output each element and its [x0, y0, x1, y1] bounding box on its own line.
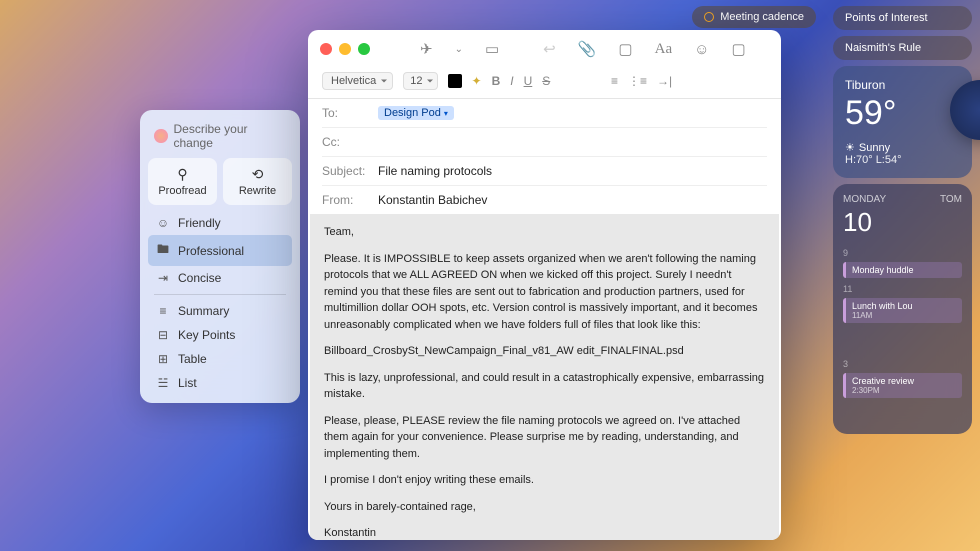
to-row[interactable]: To: Design Pod — [322, 99, 767, 128]
magnify-icon: ⚲ — [152, 166, 213, 183]
to-token[interactable]: Design Pod — [378, 106, 454, 120]
indent-icon[interactable]: →| — [657, 74, 672, 88]
body-signature: Konstantin — [324, 525, 765, 540]
bullets-icon: ⊟ — [156, 328, 170, 342]
cal-event-0[interactable]: Monday huddle — [843, 262, 962, 278]
refresh-icon: ⟲ — [227, 166, 288, 183]
writing-tools-panel: Describe your change ⚲ Proofread ⟲ Rewri… — [140, 110, 300, 403]
body-greeting: Team, — [324, 224, 765, 241]
bold-icon[interactable]: B — [492, 74, 501, 88]
underline-icon[interactable]: U — [524, 74, 533, 88]
mail-compose-window: ✈ ⌄ ▭ ↩ 📎 ▢ Aa ☺ ▢ Helvetica 12 ✦ B I U … — [308, 30, 781, 540]
photo-icon[interactable]: ▢ — [618, 40, 632, 58]
strike-icon[interactable]: S — [542, 74, 550, 88]
font-select[interactable]: Helvetica — [322, 72, 393, 90]
writing-tools-header[interactable]: Describe your change — [148, 118, 292, 158]
right-sidebar: Points of Interest Naismith's Rule Tibur… — [825, 0, 980, 551]
arrow-icon: ⇥ — [156, 271, 170, 285]
proofread-label: Proofread — [152, 185, 213, 197]
lines-icon: ≡ — [156, 304, 170, 318]
subject-value: File naming protocols — [378, 164, 492, 178]
emoji-icon[interactable]: ☺ — [694, 41, 709, 58]
weather-temp: 59° — [845, 94, 960, 133]
cal-event-2[interactable]: Creative review 2:30PM — [843, 373, 962, 398]
briefcase-icon: 🖿 — [156, 240, 170, 261]
cal-date: 10 — [843, 207, 962, 238]
to-label: To: — [322, 106, 370, 120]
sun-icon: ☀ — [845, 141, 855, 154]
body-p4: I promise I don't enjoy writing these em… — [324, 472, 765, 489]
cc-row[interactable]: Cc: — [322, 128, 767, 157]
from-value: Konstantin Babichev — [378, 193, 487, 207]
tone-concise[interactable]: ⇥Concise — [148, 266, 292, 290]
weather-location: Tiburon — [845, 78, 960, 92]
mail-headers: To: Design Pod Cc: Subject: File naming … — [308, 99, 781, 214]
cal-tom-label: TOM — [940, 194, 962, 205]
smile-icon: ☺ — [156, 216, 170, 230]
describe-change-label: Describe your change — [174, 122, 287, 150]
titlebar: ✈ ⌄ ▭ ↩ 📎 ▢ Aa ☺ ▢ — [308, 30, 781, 68]
reply-icon[interactable]: ↩ — [543, 40, 556, 58]
proofread-button[interactable]: ⚲ Proofread — [148, 158, 217, 205]
format-table[interactable]: ⊞Table — [148, 347, 292, 371]
list-icon: ☱ — [156, 376, 170, 390]
calendar-widget[interactable]: MONDAY TOM 10 9 Monday huddle 11 Lunch w… — [833, 184, 972, 434]
subject-label: Subject: — [322, 164, 370, 178]
from-label: From: — [322, 193, 370, 207]
rewrite-label: Rewrite — [227, 185, 288, 197]
reminder-pill[interactable]: Meeting cadence — [692, 6, 816, 28]
body-p2: This is lazy, unprofessional, and could … — [324, 370, 765, 403]
weather-condition: ☀Sunny — [845, 141, 960, 154]
size-select[interactable]: 12 — [403, 72, 437, 90]
body-p3: Please, please, PLEASE review the file n… — [324, 413, 765, 463]
format-list[interactable]: ☱List — [148, 371, 292, 395]
subject-row[interactable]: Subject: File naming protocols — [322, 157, 767, 186]
send-icon[interactable]: ✈ — [420, 40, 433, 58]
tone-friendly[interactable]: ☺Friendly — [148, 211, 292, 235]
mail-body[interactable]: Team, Please. It is IMPOSSIBLE to keep a… — [310, 214, 779, 540]
format-keypoints[interactable]: ⊟Key Points — [148, 323, 292, 347]
minimize-button[interactable] — [339, 43, 351, 55]
from-row[interactable]: From: Konstantin Babichev — [322, 186, 767, 214]
reminder-label: Meeting cadence — [720, 11, 804, 23]
grid-icon: ⊞ — [156, 352, 170, 366]
close-button[interactable] — [320, 43, 332, 55]
media-icon[interactable]: ▢ — [731, 40, 745, 58]
attach-icon[interactable]: 📎 — [578, 40, 597, 58]
poi-pill[interactable]: Points of Interest — [833, 6, 972, 30]
circle-icon — [704, 12, 714, 22]
chevron-down-icon[interactable]: ⌄ — [455, 44, 463, 55]
naismith-pill[interactable]: Naismith's Rule — [833, 36, 972, 60]
cal-event-1[interactable]: Lunch with Lou 11AM — [843, 298, 962, 323]
body-filename: Billboard_CrosbySt_NewCampaign_Final_v81… — [324, 343, 765, 360]
rewrite-button[interactable]: ⟲ Rewrite — [223, 158, 292, 205]
format-icon[interactable]: Aa — [655, 41, 673, 58]
format-bar: Helvetica 12 ✦ B I U S ≡ ⋮≡ →| — [308, 68, 781, 99]
tone-professional[interactable]: 🖿Professional — [148, 235, 292, 266]
sparkle-icon — [154, 129, 168, 143]
header-fields-icon[interactable]: ▭ — [485, 40, 499, 58]
body-closing: Yours in barely-contained rage, — [324, 499, 765, 516]
tone-list: ☺Friendly 🖿Professional ⇥Concise — [148, 211, 292, 290]
list-bullet-icon[interactable]: ⋮≡ — [628, 74, 647, 88]
cc-label: Cc: — [322, 135, 370, 149]
format-list: ≡Summary ⊟Key Points ⊞Table ☱List — [148, 299, 292, 395]
align-icon[interactable]: ≡ — [611, 74, 618, 88]
weather-hilo: H:70° L:54° — [845, 154, 960, 166]
format-summary[interactable]: ≡Summary — [148, 299, 292, 323]
cal-day-label: MONDAY — [843, 194, 886, 205]
weather-widget[interactable]: Tiburon 59° ☀Sunny H:70° L:54° — [833, 66, 972, 178]
italic-icon[interactable]: I — [510, 74, 513, 88]
zoom-button[interactable] — [358, 43, 370, 55]
ai-sparkle-icon[interactable]: ✦ — [472, 74, 482, 88]
body-p1: Please. It is IMPOSSIBLE to keep assets … — [324, 251, 765, 334]
color-swatch[interactable] — [448, 74, 462, 88]
